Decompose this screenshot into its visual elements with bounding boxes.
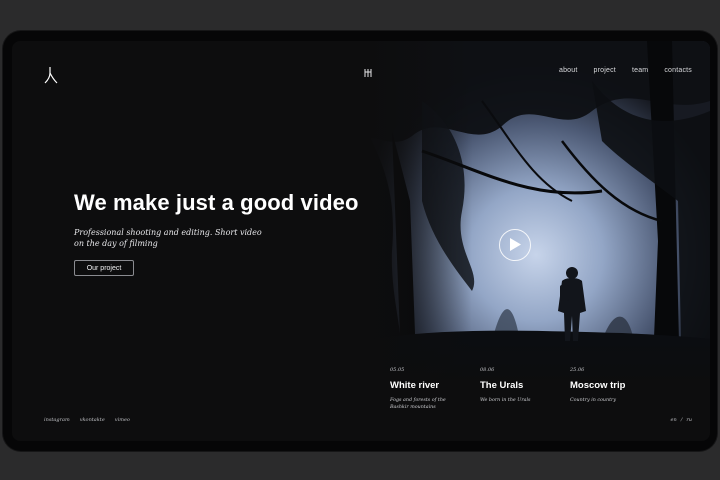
main-nav: about project team contacts <box>559 67 692 74</box>
project-card-moscow-trip[interactable]: 25.06 Moscow trip Country in country <box>570 363 654 441</box>
hero-subtitle: Professional shooting and editing. Short… <box>74 228 262 248</box>
social-link-vkontakte[interactable]: vkontakte <box>80 417 105 423</box>
photo-fade <box>362 41 472 386</box>
project-description: We born in the Urals <box>480 398 531 403</box>
nav-item-contacts[interactable]: contacts <box>664 67 692 74</box>
nav-item-team[interactable]: team <box>632 67 648 74</box>
language-switcher: en / ru <box>671 417 693 423</box>
social-link-instagram[interactable]: instagram <box>44 417 70 423</box>
project-title: Moscow trip <box>570 380 626 391</box>
project-cards: 05.05 White river Fogs and forests of th… <box>390 363 690 441</box>
social-links: instagram vkontakte vimeo <box>44 417 130 423</box>
project-description: Fogs and forests of the Bashkir mountain… <box>390 398 446 410</box>
project-date: 05.05 <box>390 367 405 373</box>
website-screen: about project team contacts We make just… <box>12 41 710 441</box>
project-date: 08.06 <box>480 367 495 373</box>
play-button[interactable] <box>499 229 531 261</box>
our-project-button[interactable]: Our project <box>74 260 134 276</box>
device-frame: about project team contacts We make just… <box>3 31 717 451</box>
project-title: White river <box>390 380 440 391</box>
lang-en[interactable]: en <box>671 417 677 423</box>
play-icon <box>510 238 521 251</box>
nav-item-project[interactable]: project <box>594 67 616 74</box>
project-title: The Urals <box>480 380 524 391</box>
lang-ru[interactable]: ru <box>686 417 692 423</box>
brand-mark-icon <box>364 69 372 77</box>
nav-item-about[interactable]: about <box>559 67 578 74</box>
project-date: 25.06 <box>570 367 585 373</box>
project-card-the-urals[interactable]: 08.06 The Urals We born in the Urals <box>480 363 564 441</box>
hero-title: We make just a good video <box>74 190 359 215</box>
project-description: Country in country <box>570 398 617 403</box>
person-glyph-icon[interactable] <box>44 66 58 84</box>
lang-separator: / <box>680 417 683 423</box>
social-link-vimeo[interactable]: vimeo <box>115 417 130 423</box>
project-card-white-river[interactable]: 05.05 White river Fogs and forests of th… <box>390 363 474 441</box>
